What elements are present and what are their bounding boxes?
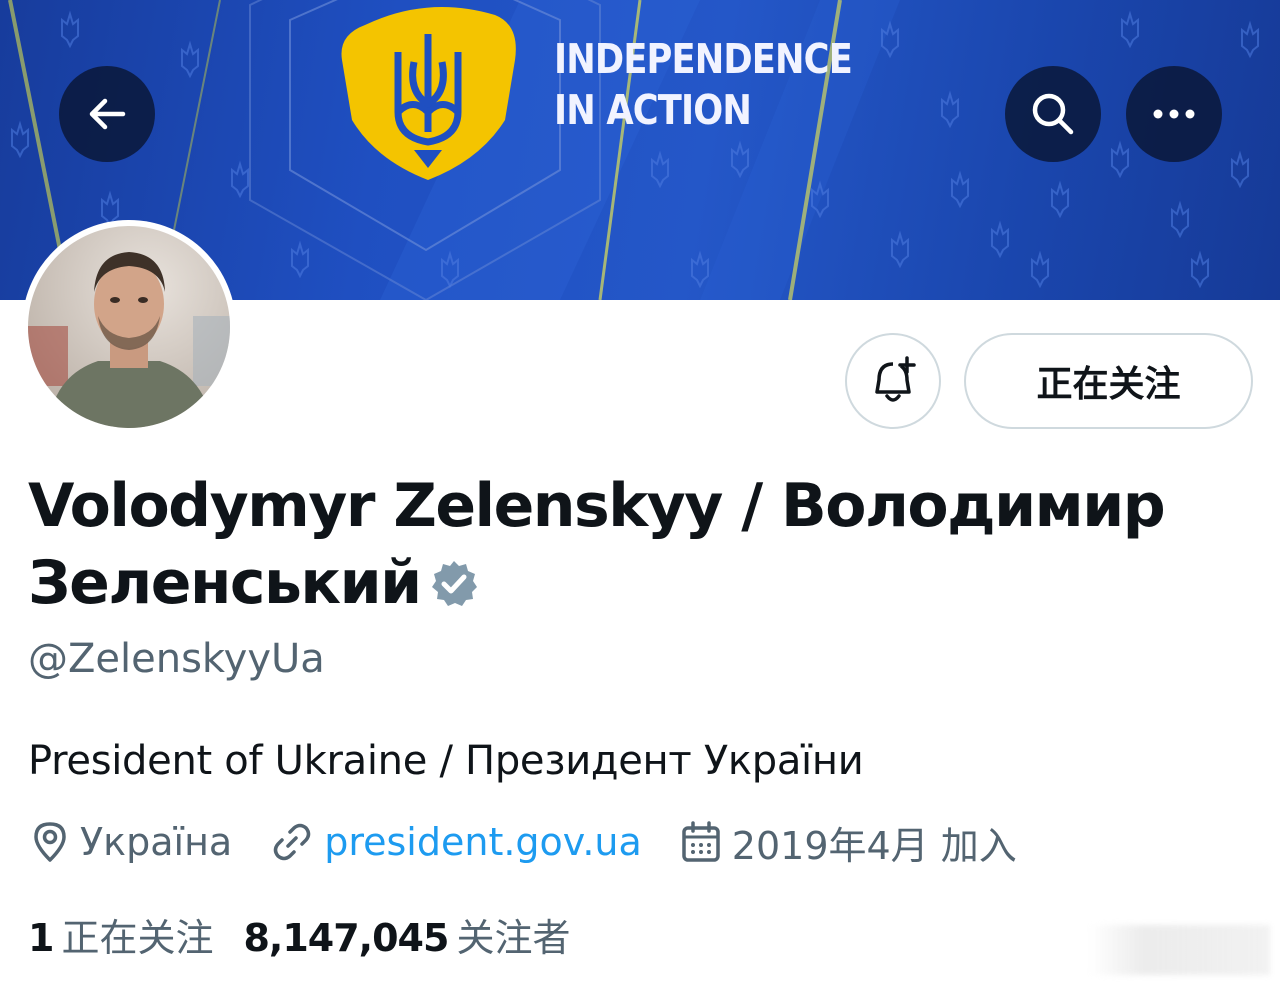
arrow-left-icon	[89, 98, 126, 130]
notifications-button[interactable]	[845, 333, 941, 429]
following-count-link[interactable]: 1 正在关注	[28, 907, 213, 962]
blurred-watermark	[1090, 925, 1270, 975]
profile-meta: Україна president.gov.ua 2019年4月 加入	[30, 815, 1055, 869]
location-item: Україна	[30, 820, 232, 864]
followers-count-link[interactable]: 8,147,045 关注者	[243, 907, 570, 962]
following-count: 1	[28, 915, 54, 960]
avatar-photo	[28, 226, 230, 428]
location-text: Україна	[80, 820, 233, 864]
joined-item: 2019年4月 加入	[680, 815, 1017, 870]
banner-headline-line1: INDEPENDENCE	[554, 35, 853, 83]
more-options-button[interactable]	[1126, 66, 1222, 162]
verified-badge-icon	[429, 551, 479, 628]
website-item[interactable]: president.gov.ua	[270, 820, 642, 864]
profile-stats: 1 正在关注 8,147,045 关注者	[28, 906, 600, 962]
followers-label: 关注者	[456, 915, 571, 960]
calendar-icon	[682, 821, 720, 862]
profile-avatar[interactable]	[22, 220, 236, 434]
following-button[interactable]: 正在关注	[964, 333, 1253, 429]
link-icon	[273, 823, 311, 861]
profile-bio: President of Ukraine / Президент України	[28, 738, 864, 784]
location-pin-icon	[34, 822, 66, 862]
search-icon	[1032, 93, 1074, 135]
search-button[interactable]	[1005, 66, 1101, 162]
profile-handle: @ZelenskyyUa	[28, 636, 325, 682]
followers-count: 8,147,045	[243, 915, 449, 960]
joined-text: 2019年4月 加入	[731, 823, 1017, 868]
website-link[interactable]: president.gov.ua	[324, 820, 642, 864]
following-label: 正在关注	[61, 915, 214, 960]
profile-name-block: Volodymyr Zelenskyy / Володимир Зеленськ…	[28, 468, 1228, 628]
banner-headline-line2: IN ACTION	[554, 86, 752, 134]
display-name: Volodymyr Zelenskyy / Володимир Зеленськ…	[28, 471, 1166, 618]
back-button[interactable]	[59, 66, 155, 162]
banner-headline: INDEPENDENCE IN ACTION	[554, 34, 853, 136]
more-horizontal-icon	[1153, 109, 1195, 119]
bell-plus-icon	[875, 356, 916, 402]
